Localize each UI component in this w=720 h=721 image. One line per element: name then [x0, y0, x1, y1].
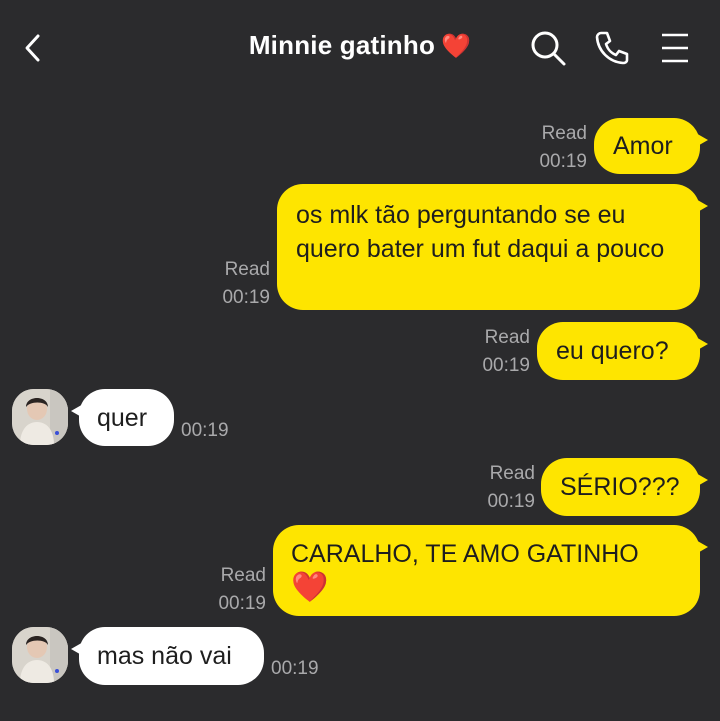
read-status: Read: [489, 463, 535, 484]
search-icon: [531, 31, 566, 66]
contact-avatar[interactable]: [12, 627, 68, 683]
heart-emoji: ❤️: [291, 571, 329, 604]
message-meta: Read 00:19: [440, 324, 530, 380]
incoming-message-bubble[interactable]: quer: [71, 389, 174, 446]
search-button[interactable]: [528, 28, 568, 68]
outgoing-message-bubble[interactable]: CARALHO, TE AMO GATINHO ❤️: [273, 525, 708, 616]
message-text: SÉRIO???: [560, 473, 680, 501]
message-meta: Read 00:19: [500, 120, 587, 176]
avatar-photo: [12, 627, 68, 683]
phone-icon: [595, 31, 629, 65]
read-status: Read: [220, 565, 266, 586]
read-status: Read: [224, 259, 270, 280]
hamburger-menu-icon: [662, 33, 688, 63]
message-text: mas não vai: [97, 642, 232, 670]
call-button[interactable]: [592, 28, 632, 68]
incoming-message-bubble[interactable]: mas não vai: [71, 627, 264, 685]
contact-avatar[interactable]: [12, 389, 68, 445]
chat-header: Minnie gatinho ❤️: [0, 0, 720, 96]
message-text: os mlk tão perguntando se eu quero bater…: [296, 201, 665, 263]
message-text: quer: [97, 404, 148, 432]
message-meta: Read 00:19: [445, 460, 535, 516]
message-meta: Read 00:19: [176, 562, 266, 618]
heart-emoji: ❤️: [441, 33, 472, 60]
message-text: CARALHO, TE AMO GATINHO: [291, 540, 639, 568]
message-time: 00:19: [271, 658, 319, 679]
message-time: 00:19: [487, 491, 535, 512]
outgoing-message-bubble[interactable]: eu quero?: [537, 322, 708, 380]
read-status: Read: [541, 123, 587, 144]
message-time: 00:19: [222, 287, 270, 308]
outgoing-message-bubble[interactable]: os mlk tão perguntando se eu quero bater…: [277, 184, 708, 310]
outgoing-message-bubble[interactable]: Amor: [594, 118, 708, 174]
avatar-photo: [12, 389, 68, 445]
read-status: Read: [484, 327, 530, 348]
message-meta: Read 00:19: [180, 256, 270, 312]
message-text: eu quero?: [556, 337, 669, 365]
message-text: Amor: [613, 132, 673, 160]
message-time: 00:19: [539, 151, 587, 172]
outgoing-message-bubble[interactable]: SÉRIO???: [541, 458, 708, 516]
contact-name: Minnie gatinho: [248, 30, 436, 60]
message-time: 00:19: [181, 420, 229, 441]
message-time: 00:19: [218, 593, 266, 614]
menu-button[interactable]: [655, 28, 695, 68]
message-time: 00:19: [482, 355, 530, 376]
